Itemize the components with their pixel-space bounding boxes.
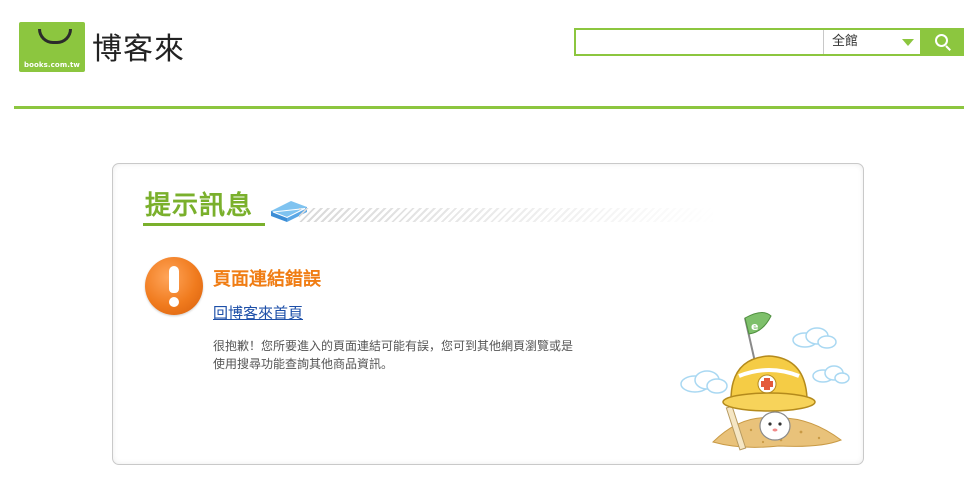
- warning-icon-dot: [169, 297, 179, 307]
- logo-domain: books.com.tw: [23, 61, 81, 69]
- error-message: 很抱歉！您所要進入的頁面連結可能有誤，您可到其他網頁瀏覽或是 使用搜尋功能查詢其…: [213, 337, 653, 373]
- search-box: 全館: [574, 28, 922, 56]
- logo-text[interactable]: 博客來: [92, 30, 185, 70]
- search-icon-handle: [945, 45, 951, 51]
- search-input[interactable]: [576, 30, 823, 54]
- logo-bag-icon[interactable]: books.com.tw: [19, 22, 85, 72]
- message-panel: 提示訊息 頁面連結錯誤 回博客來首頁 很抱歉！您所要進入的頁面連結可能有誤，您可…: [112, 163, 864, 465]
- search-button[interactable]: [922, 28, 964, 56]
- search-scope-value: 全館: [832, 34, 859, 49]
- panel-title-underline: [143, 223, 265, 226]
- panel-title: 提示訊息: [145, 191, 254, 221]
- header-divider: [14, 106, 964, 109]
- logo-smile: [38, 29, 72, 44]
- search-scope-select[interactable]: 全館: [823, 30, 922, 54]
- chevron-down-icon: [902, 39, 914, 46]
- error-message-line-2: 使用搜尋功能查詢其他商品資訊。: [213, 357, 394, 371]
- svg-text:e: e: [751, 320, 758, 333]
- warning-icon-bar: [169, 266, 179, 293]
- home-link[interactable]: 回博客來首頁: [213, 303, 303, 323]
- mascot-hardhat-illustration: e: [680, 312, 850, 451]
- warning-icon: [145, 257, 203, 315]
- error-heading: 頁面連結錯誤: [213, 269, 321, 290]
- title-stripe-decoration: [299, 208, 719, 222]
- error-message-line-1: 很抱歉！您所要進入的頁面連結可能有誤，您可到其他網頁瀏覽或是: [213, 339, 574, 353]
